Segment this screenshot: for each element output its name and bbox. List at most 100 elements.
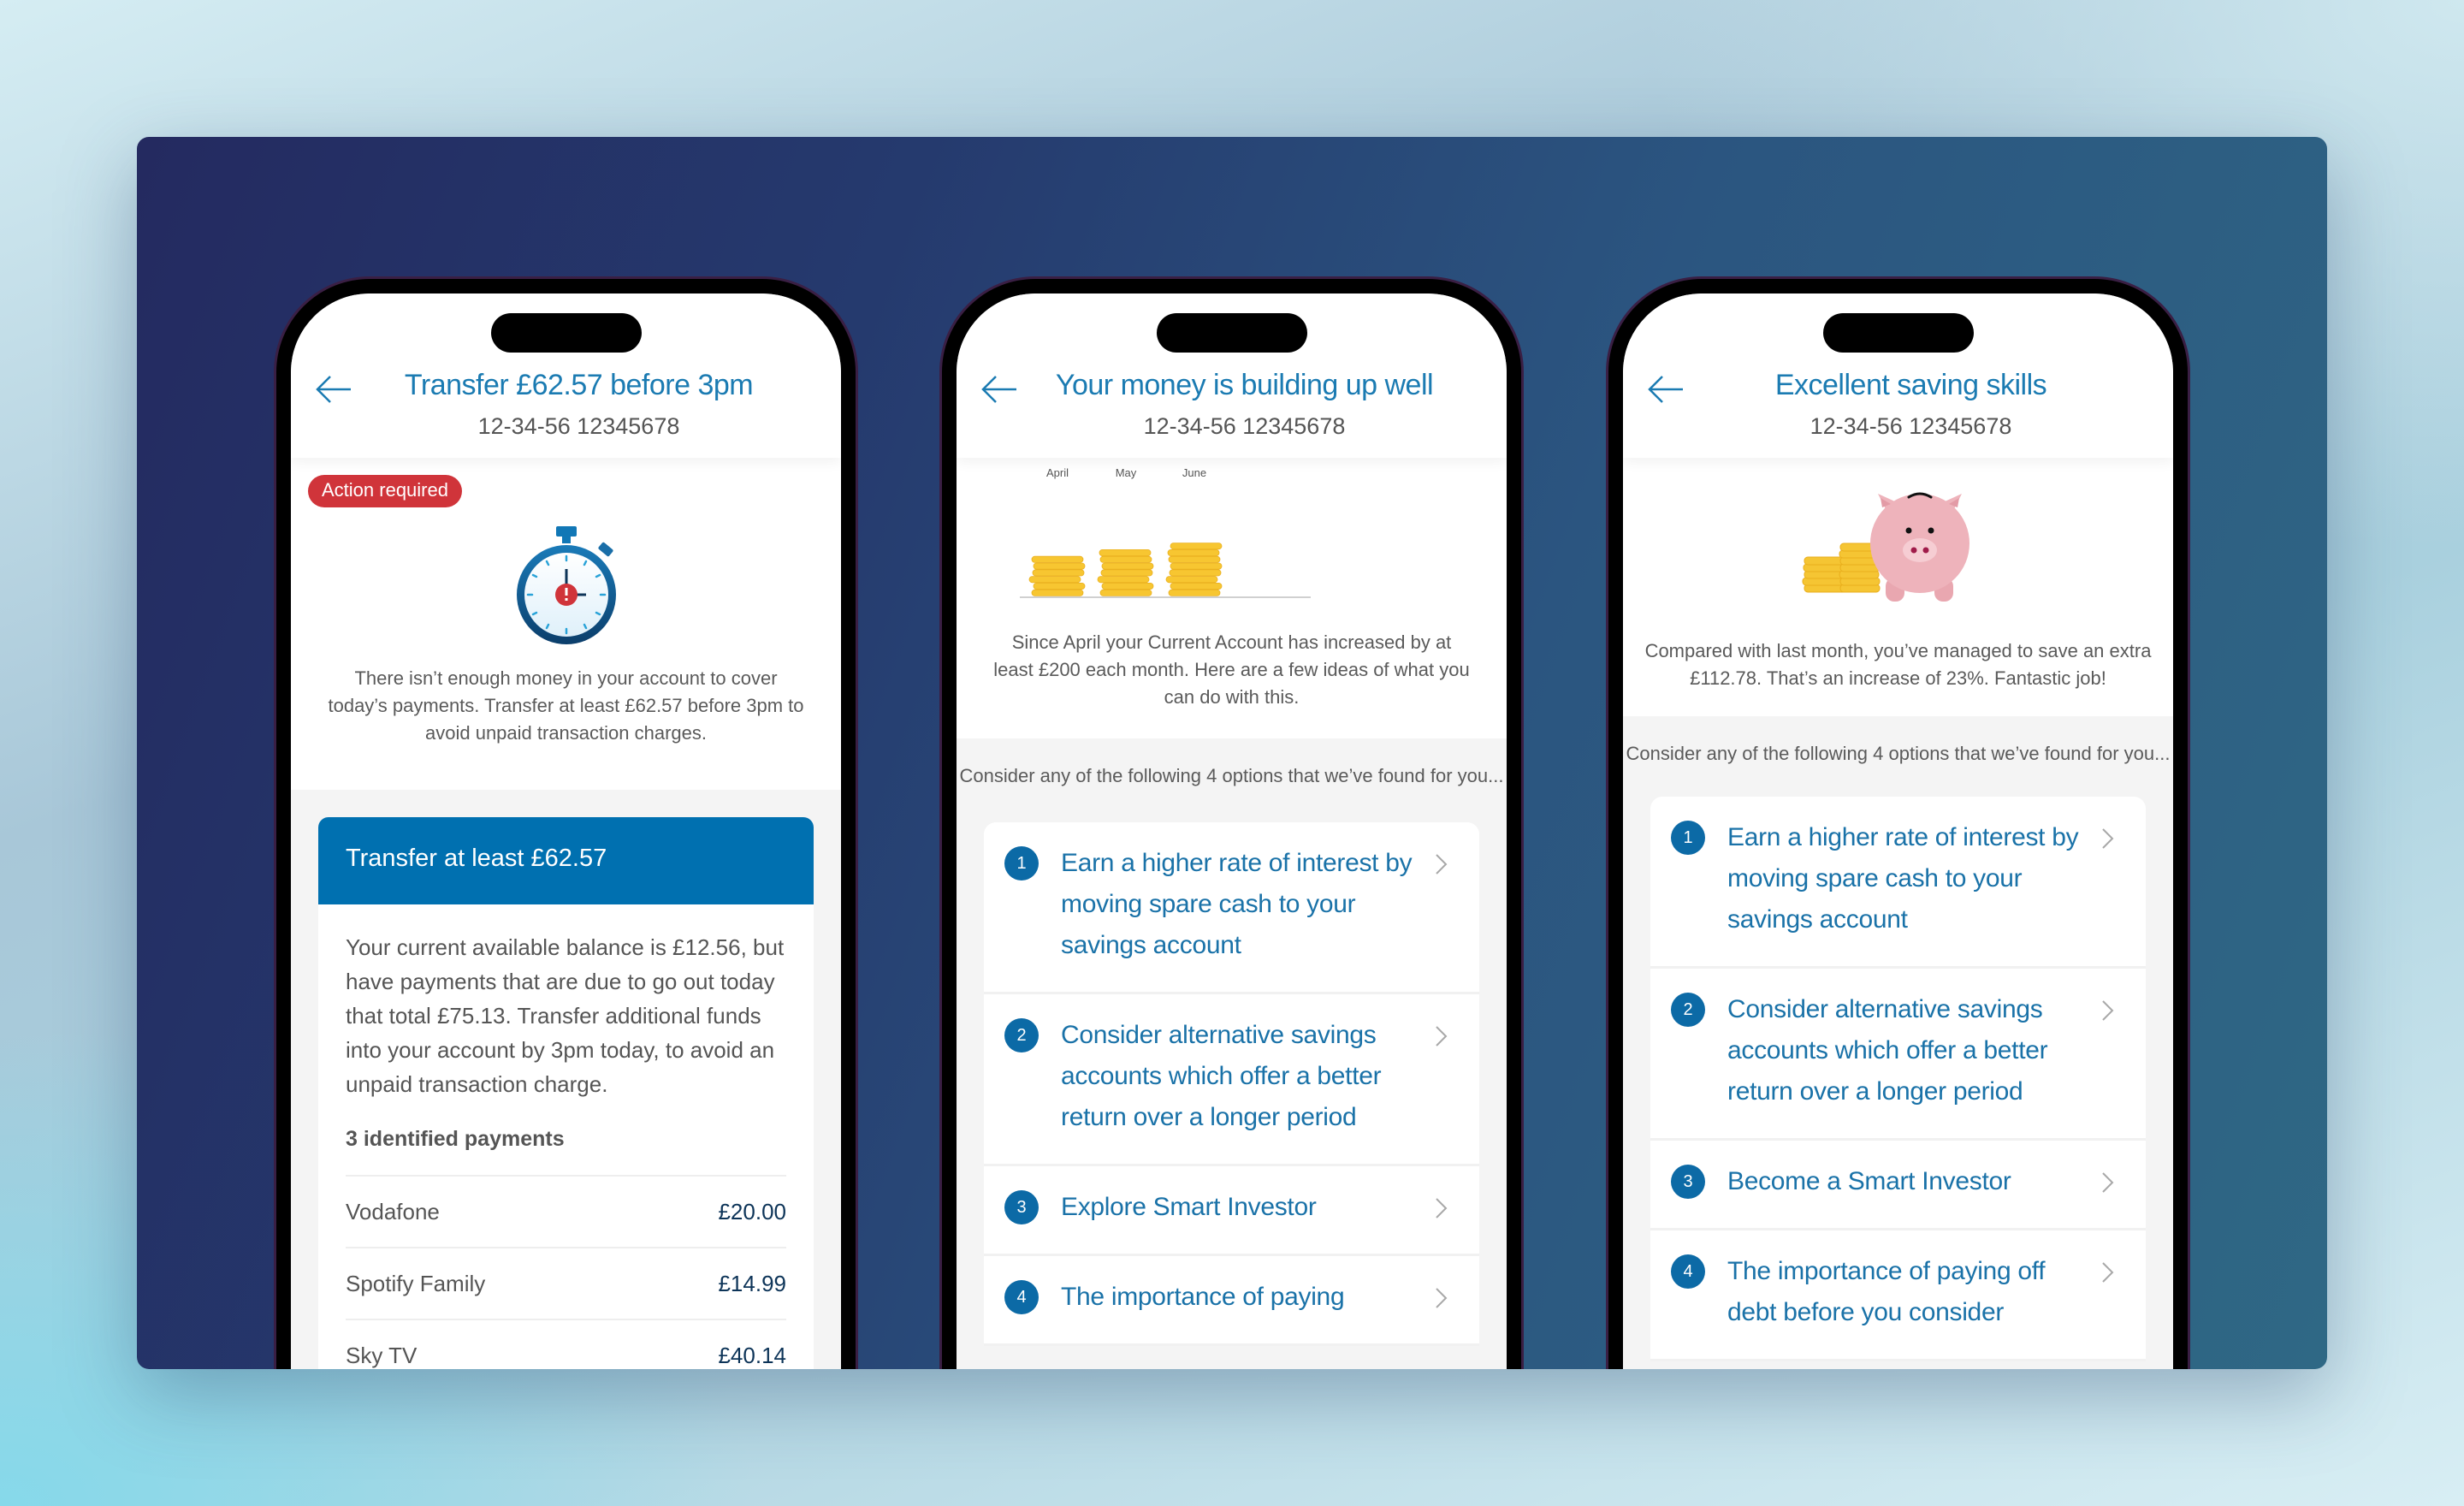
coin (1165, 576, 1218, 584)
option-label: The importance of paying off debt before… (1727, 1257, 2046, 1326)
option-item[interactable]: 4 The importance of paying off debt befo… (1650, 1230, 2146, 1361)
payments-heading: 3 identified payments (346, 1127, 565, 1151)
phone-money-building: Your money is building up well 12-34-56 … (939, 276, 1524, 1369)
option-label: The importance of paying (1061, 1283, 1345, 1311)
option-item[interactable]: 4 The importance of paying (984, 1256, 1479, 1346)
page-title: Transfer £62.57 before 3pm (404, 369, 754, 401)
option-number: 4 (1004, 1280, 1039, 1314)
chevron-right-icon (2102, 1262, 2114, 1283)
option-label: Earn a higher rate of interest by moving… (1727, 823, 2079, 934)
option-number: 1 (1671, 821, 1705, 855)
option-number: 3 (1671, 1165, 1705, 1199)
phone-saving-skills: Excellent saving skills 12-34-56 1234567… (1606, 276, 2190, 1369)
action-required-badge: Action required (308, 475, 462, 507)
transfer-card: Transfer at least £62.57 Your current av… (318, 817, 814, 1369)
payment-amount: £14.99 (718, 1271, 786, 1296)
chevron-right-icon (2102, 828, 2114, 849)
options-list: 1 Earn a higher rate of interest by movi… (984, 822, 1479, 1346)
dynamic-island (490, 313, 642, 353)
page-title: Excellent saving skills (1774, 369, 2047, 401)
showcase-panel: Transfer £62.57 before 3pm 12-34-56 1234… (137, 137, 2327, 1369)
coin (1032, 569, 1085, 577)
payment-amount: £40.14 (718, 1343, 786, 1368)
option-item[interactable]: 3 Become a Smart Investor (1650, 1141, 2146, 1230)
payment-row[interactable]: Spotify Family £14.99 (346, 1247, 786, 1319)
coin-stack (1165, 543, 1223, 596)
chevron-right-icon (1436, 854, 1448, 875)
payment-name: Sky TV (346, 1343, 418, 1368)
coin (1028, 576, 1081, 584)
coin (1167, 549, 1220, 557)
option-number: 4 (1671, 1254, 1705, 1289)
coin-stack-month-label: April (1046, 466, 1069, 479)
payment-row[interactable]: Vodafone £20.00 (346, 1175, 786, 1247)
savings-message: Since April your Current Account has inc… (993, 631, 1470, 708)
coin (1099, 589, 1152, 596)
coin (1097, 576, 1150, 584)
chevron-right-icon (1436, 1198, 1448, 1218)
coin (1101, 562, 1154, 570)
option-number: 2 (1004, 1018, 1039, 1052)
coin (1169, 569, 1222, 577)
coin (1033, 582, 1086, 590)
coin (1101, 582, 1154, 590)
dynamic-island (1822, 313, 1974, 353)
coin-stack-month-label: May (1116, 466, 1137, 479)
saving-message: Compared with last month, you’ve managed… (1644, 640, 2152, 689)
coin (1100, 569, 1153, 577)
coin (1031, 555, 1084, 563)
coin (1099, 549, 1152, 557)
payment-row[interactable]: Sky TV £40.14 (346, 1319, 786, 1369)
account-number: 12-34-56 12345678 (1810, 413, 2012, 439)
saving-hero: Compared with last month, you’ve managed… (1623, 458, 2173, 716)
payment-name: Vodafone (346, 1199, 440, 1224)
phone-screen: Transfer £62.57 before 3pm 12-34-56 1234… (291, 293, 841, 1369)
options-list: 1 Earn a higher rate of interest by movi… (1650, 797, 2146, 1361)
chevron-right-icon (1436, 1026, 1448, 1046)
coin-stack (1097, 549, 1154, 596)
coin (1168, 589, 1221, 596)
coin (1033, 562, 1086, 570)
transfer-card-body: Your current available balance is £12.56… (346, 934, 785, 1097)
option-item[interactable]: 1 Earn a higher rate of interest by movi… (1650, 797, 2146, 969)
coin-stack-month-label: June (1182, 466, 1206, 479)
option-item[interactable]: 3 Explore Smart Investor (984, 1166, 1479, 1256)
option-label: Consider alternative savings accounts wh… (1727, 995, 2048, 1106)
option-label: Explore Smart Investor (1061, 1193, 1317, 1221)
coin (1099, 555, 1152, 563)
coin (1170, 582, 1223, 590)
option-item[interactable]: 2 Consider alternative savings accounts … (1650, 969, 2146, 1141)
option-label: Become a Smart Investor (1727, 1167, 2011, 1195)
option-item[interactable]: 2 Consider alternative savings accounts … (984, 994, 1479, 1166)
payment-amount: £20.00 (718, 1199, 786, 1224)
account-number: 12-34-56 12345678 (477, 413, 680, 439)
phone-screen: Excellent saving skills 12-34-56 1234567… (1623, 293, 2173, 1369)
alert-message: There isn’t enough money in your account… (328, 667, 804, 744)
stopwatch-icon (516, 526, 616, 644)
options-intro: Consider any of the following 4 options … (959, 765, 1504, 786)
option-number: 3 (1004, 1190, 1039, 1224)
piggy-bank-icon (1802, 492, 1969, 602)
option-label: Consider alternative savings accounts wh… (1061, 1021, 1382, 1131)
chevron-right-icon (2102, 1000, 2114, 1021)
chevron-right-icon (1436, 1288, 1448, 1308)
option-label: Earn a higher rate of interest by moving… (1061, 849, 1413, 959)
coin (1170, 562, 1223, 570)
option-number: 2 (1671, 993, 1705, 1027)
account-number: 12-34-56 12345678 (1143, 413, 1346, 439)
coin (1031, 589, 1084, 596)
options-intro: Consider any of the following 4 options … (1626, 743, 2171, 764)
coin-stack-chart: April May June (1020, 466, 1311, 598)
option-item[interactable]: 1 Earn a higher rate of interest by movi… (984, 822, 1479, 994)
phone-transfer-alert: Transfer £62.57 before 3pm 12-34-56 1234… (274, 276, 858, 1369)
coin (1170, 543, 1223, 550)
savings-hero: April May June Since April your Current Ac… (957, 458, 1507, 738)
coin-stack (1028, 555, 1086, 596)
phone-screen: Your money is building up well 12-34-56 … (957, 293, 1507, 1369)
coin (1168, 555, 1221, 563)
dynamic-island (1156, 313, 1307, 353)
option-number: 1 (1004, 846, 1039, 880)
payment-name: Spotify Family (346, 1271, 486, 1296)
alert-hero: Action required There isn’t enough money… (291, 458, 841, 790)
transfer-card-title[interactable]: Transfer at least £62.57 (318, 817, 814, 904)
